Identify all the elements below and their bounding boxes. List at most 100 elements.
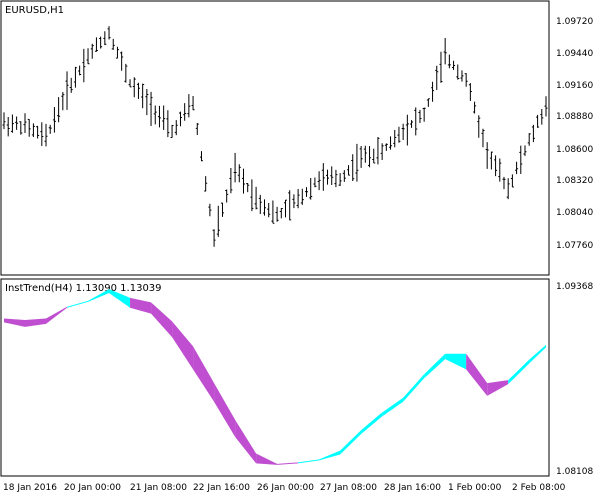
price-bar — [540, 108, 544, 125]
price-bar — [397, 126, 401, 143]
trend-segment-down — [4, 318, 26, 327]
price-label: 1.08320 — [556, 176, 593, 186]
trend-segment-up — [382, 397, 404, 417]
time-label: 18 Jan 2016 — [3, 483, 57, 493]
price-bar — [414, 107, 418, 136]
price-bar — [372, 148, 376, 164]
price-bar — [31, 123, 35, 137]
time-label: 26 Jan 00:00 — [257, 483, 314, 493]
price-bar — [99, 36, 103, 49]
price-axis: 1.09720 1.09440 1.09160 1.08880 1.08600 … — [556, 17, 593, 251]
price-bar — [347, 165, 351, 176]
instrend-band — [4, 289, 546, 465]
price-bar — [523, 145, 527, 156]
price-bar — [27, 118, 31, 137]
price-bar — [334, 169, 338, 188]
price-bar — [292, 194, 296, 209]
time-label: 1 Feb 00:00 — [448, 483, 502, 493]
price-bar — [254, 186, 258, 210]
price-label: 1.08600 — [556, 145, 593, 155]
price-bar — [115, 46, 119, 59]
price-bar — [90, 43, 94, 59]
price-bar — [494, 155, 498, 177]
price-bar — [477, 115, 481, 138]
price-bar — [309, 178, 313, 200]
trend-segment-down — [277, 462, 299, 465]
price-bar — [82, 48, 86, 83]
trend-segment-up — [298, 459, 320, 464]
price-bar — [65, 71, 69, 110]
trend-segment-down — [193, 346, 215, 402]
price-bar — [271, 200, 275, 224]
price-bar — [389, 136, 393, 150]
price-bar — [338, 173, 342, 187]
trend-segment-up — [319, 450, 341, 461]
price-bar — [246, 182, 250, 193]
trend-segment-up — [67, 300, 89, 308]
price-bar — [393, 129, 397, 148]
price-bar — [128, 79, 132, 88]
trend-segment-down — [130, 297, 152, 314]
price-bar — [103, 31, 107, 46]
price-bar — [262, 199, 266, 216]
price-bar — [178, 111, 182, 127]
price-bar — [305, 187, 309, 197]
price-bar — [288, 190, 292, 221]
price-bar — [10, 114, 14, 133]
price-bar — [439, 51, 443, 83]
price-bar — [86, 48, 90, 65]
price-bar — [61, 92, 65, 111]
time-axis: 18 Jan 2016 20 Jan 00:00 21 Jan 08:00 22… — [3, 483, 566, 493]
price-label: 1.07760 — [556, 241, 593, 251]
price-bar — [452, 60, 456, 70]
price-bar — [376, 136, 380, 165]
price-bar — [204, 176, 208, 192]
price-bar — [326, 169, 330, 185]
price-bar — [380, 143, 384, 160]
price-bar — [174, 120, 178, 136]
price-bar — [153, 105, 157, 125]
trend-segment-down — [46, 306, 68, 324]
price-bar — [250, 179, 254, 212]
price-bar — [225, 189, 229, 203]
price-bar — [136, 82, 140, 100]
price-bar — [355, 143, 359, 182]
price-bar — [330, 166, 334, 186]
price-bar — [435, 65, 439, 91]
price-bar — [502, 176, 506, 190]
price-bar — [208, 203, 212, 217]
price-bar — [531, 124, 535, 143]
price-bar — [300, 188, 304, 205]
price-bar — [321, 163, 325, 191]
price-bar — [506, 178, 510, 200]
price-bar — [94, 37, 98, 52]
price-bar — [149, 91, 153, 126]
time-label: 27 Jan 08:00 — [320, 483, 377, 493]
price-bars — [2, 26, 548, 247]
price-bar — [191, 95, 195, 111]
price-bar — [418, 109, 422, 123]
price-bar — [212, 229, 216, 247]
chart-canvas: EURUSD,H1 1.09720 1.09440 1.09160 1.0888… — [0, 0, 593, 493]
price-bar — [44, 123, 48, 147]
price-bar — [464, 73, 468, 87]
indicator-panel-frame — [0, 278, 550, 477]
price-bar — [120, 51, 124, 71]
price-bar — [124, 63, 128, 83]
price-bar — [544, 96, 548, 117]
price-label: 1.09160 — [556, 81, 593, 91]
trend-segment-up — [424, 353, 446, 379]
price-bar — [359, 145, 363, 168]
price-bar — [481, 128, 485, 148]
price-bar — [237, 164, 241, 183]
price-bar — [183, 103, 187, 121]
price-bar — [405, 114, 409, 146]
main-panel-frame — [0, 0, 550, 276]
price-bar — [15, 116, 19, 130]
trend-segment-up — [361, 412, 383, 434]
price-bar — [410, 120, 414, 128]
chart-window: EURUSD,H1 1.09720 1.09440 1.09160 1.0888… — [0, 0, 602, 496]
price-bar — [536, 114, 540, 128]
price-bar — [107, 26, 111, 40]
price-bar — [220, 202, 224, 217]
